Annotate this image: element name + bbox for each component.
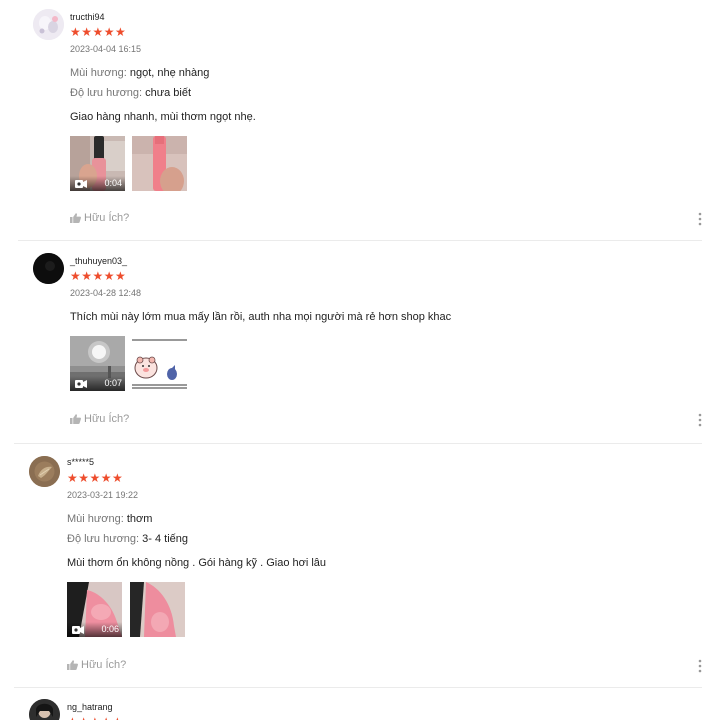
review-item: _thuhuyen03_ ★★★★★ 2023-04-28 12:48 Thíc…: [0, 241, 720, 444]
review-date: 2023-04-28 12:48: [70, 288, 142, 298]
review-item: s*****5 ★★★★★ 2023-03-21 19:22 Mùi hương…: [0, 444, 720, 688]
review-date: 2023-04-04 16:15: [70, 44, 142, 54]
star-rating: ★★★★★: [70, 25, 127, 39]
video-camera-icon: [72, 626, 84, 634]
thumbs-up-icon: [70, 414, 81, 424]
review-image[interactable]: [132, 136, 187, 191]
review-comment: Mùi thơm ổn không nồng . Gói hàng kỹ . G…: [67, 557, 327, 569]
review-image[interactable]: [132, 336, 187, 391]
video-duration: 0:07: [104, 378, 122, 388]
scent-value: thơm: [126, 513, 153, 525]
review-video[interactable]: 0:06: [67, 582, 122, 637]
review-item: ng_hatrang ★★★★★: [0, 688, 720, 720]
scent-value: ngọt, nhẹ nhàng: [129, 67, 210, 79]
star-rating: ★★★★★: [70, 269, 127, 283]
longevity-attribute: Độ lưu hương: chưa biết: [70, 87, 191, 99]
thumbs-up-icon: [67, 660, 78, 670]
avatar[interactable]: [33, 253, 64, 284]
scent-attribute: Mùi hương: thơm: [67, 513, 152, 525]
thumbs-up-icon: [70, 213, 81, 223]
username[interactable]: ng_hatrang: [67, 702, 113, 712]
avatar[interactable]: [29, 699, 60, 720]
scent-attribute: Mùi hương: ngọt, nhẹ nhàng: [70, 67, 209, 79]
helpful-label: Hữu Ích?: [84, 212, 130, 224]
review-comment: Giao hàng nhanh, mùi thơm ngọt nhẹ.: [70, 111, 256, 123]
more-options-icon[interactable]: [698, 413, 702, 427]
longevity-label: Độ lưu hương:: [67, 533, 140, 545]
longevity-value: chưa biết: [145, 87, 192, 99]
review-video[interactable]: 0:04: [70, 136, 125, 191]
review-comment: Thích mùi này lớm mua mấy lần rồi, auth …: [70, 311, 452, 323]
video-camera-icon: [75, 380, 87, 388]
star-rating: ★★★★★: [67, 471, 124, 485]
avatar[interactable]: [33, 9, 64, 40]
scent-label: Mùi hương:: [70, 67, 127, 79]
video-duration: 0:06: [101, 624, 119, 634]
star-rating: ★★★★★: [67, 716, 123, 720]
helpful-button[interactable]: Hữu Ích?: [70, 212, 129, 224]
review-video[interactable]: 0:07: [70, 336, 125, 391]
video-duration: 0:04: [104, 178, 122, 188]
scent-label: Mùi hương:: [67, 513, 124, 525]
helpful-label: Hữu Ích?: [84, 413, 130, 425]
more-options-icon[interactable]: [698, 659, 702, 673]
avatar[interactable]: [29, 456, 60, 487]
helpful-label: Hữu Ích?: [81, 659, 127, 671]
more-options-icon[interactable]: [698, 212, 702, 226]
longevity-label: Độ lưu hương:: [70, 87, 143, 99]
username[interactable]: tructhi94: [70, 12, 105, 22]
longevity-attribute: Độ lưu hương: 3- 4 tiếng: [67, 533, 188, 545]
helpful-button[interactable]: Hữu Ích?: [70, 413, 129, 425]
username[interactable]: s*****5: [67, 457, 94, 467]
review-image[interactable]: [130, 582, 185, 637]
helpful-button[interactable]: Hữu Ích?: [67, 659, 126, 671]
review-item: tructhi94 ★★★★★ 2023-04-04 16:15 Mùi hươ…: [0, 0, 720, 241]
username[interactable]: _thuhuyen03_: [70, 256, 127, 266]
review-date: 2023-03-21 19:22: [67, 490, 139, 500]
video-camera-icon: [75, 180, 87, 188]
longevity-value: 3- 4 tiếng: [142, 533, 189, 545]
